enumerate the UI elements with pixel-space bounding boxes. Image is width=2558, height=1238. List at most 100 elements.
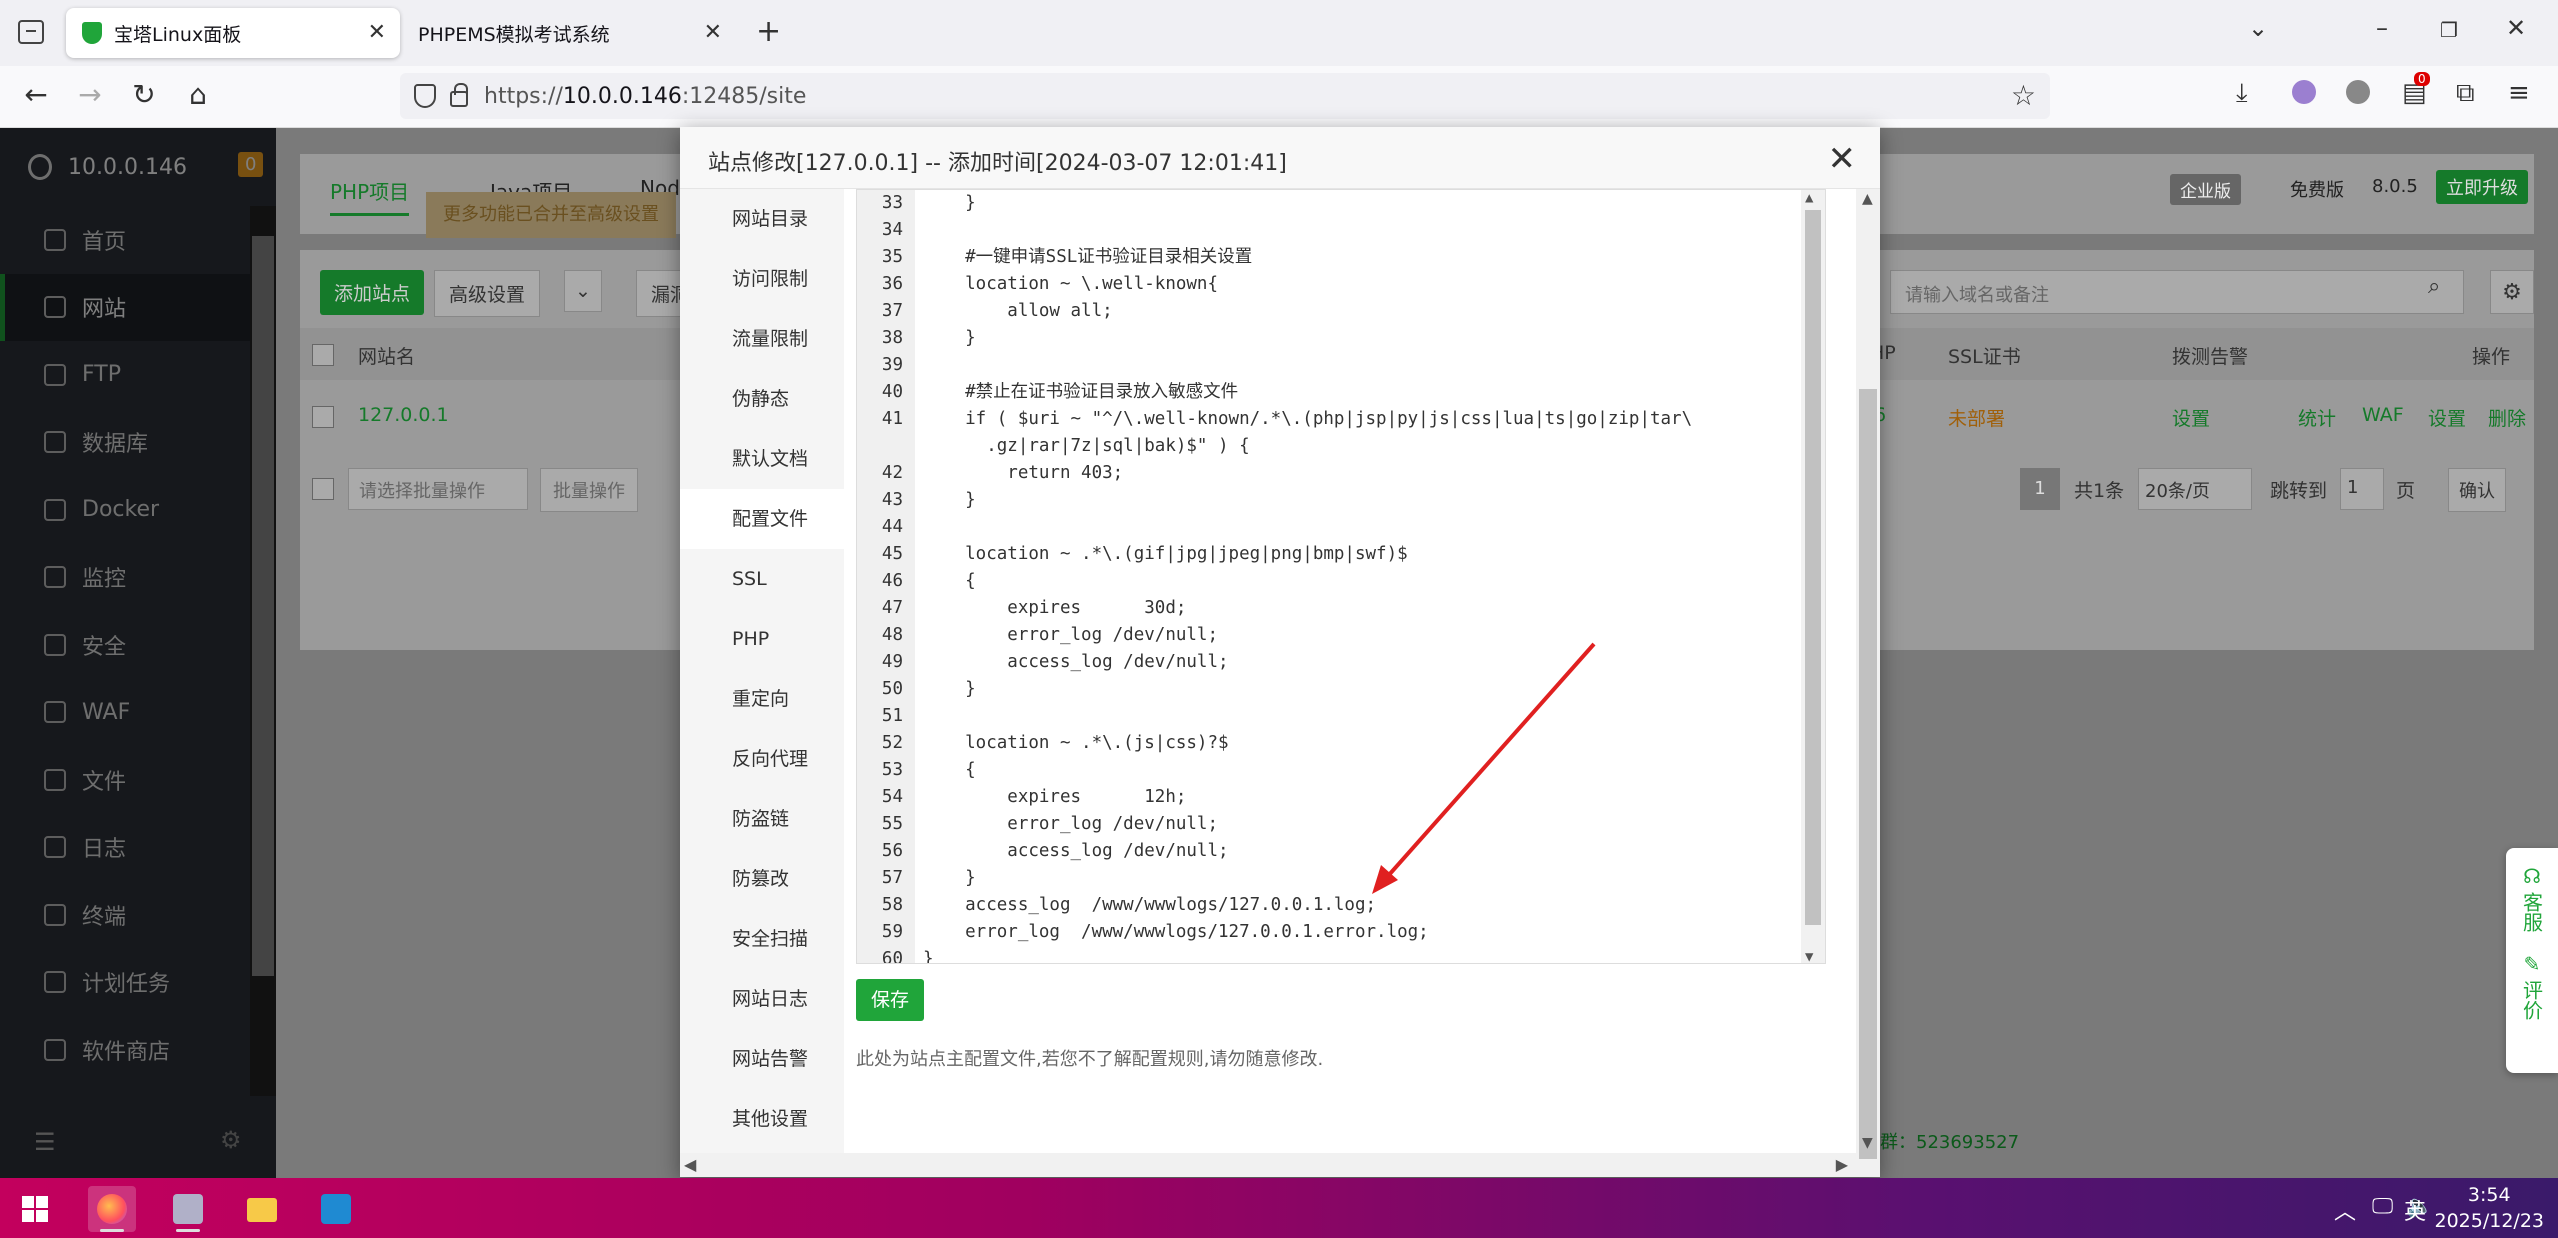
code-line[interactable]: 36 location ~ \.well-known{ xyxy=(857,271,1797,298)
customer-service-button[interactable]: ☊ 客服 xyxy=(2506,848,2558,932)
modal-nav-item[interactable]: 配置文件 xyxy=(680,489,844,549)
search-icon[interactable]: ⌕ xyxy=(2428,274,2440,299)
network-icon[interactable]: 🖵 xyxy=(2372,1194,2393,1219)
page-current[interactable]: 1 xyxy=(2020,468,2060,510)
code-line[interactable]: 49 access_log /dev/null; xyxy=(857,649,1797,676)
code-line[interactable]: 60} xyxy=(857,946,1797,963)
tab-list-icon[interactable] xyxy=(18,20,44,44)
code-line[interactable]: 51 xyxy=(857,703,1797,730)
scroll-left-icon[interactable]: ◀ xyxy=(684,1155,696,1174)
scroll-right-icon[interactable]: ▶ xyxy=(1836,1155,1848,1174)
modal-nav-item[interactable]: 流量限制 xyxy=(680,309,844,369)
editor-scroll-down-icon[interactable]: ▼ xyxy=(1805,949,1813,963)
app-taskbar-icon[interactable] xyxy=(164,1186,212,1232)
modal-nav-item[interactable]: 重定向 xyxy=(680,669,844,729)
code-line[interactable]: 48 error_log /dev/null; xyxy=(857,622,1797,649)
per-page-select[interactable]: 20条/页 xyxy=(2138,468,2252,510)
vscode-taskbar-icon[interactable] xyxy=(312,1186,360,1232)
code-line[interactable]: 45 location ~ .*\.(gif|jpg|jpeg|png|bmp|… xyxy=(857,541,1797,568)
code-line[interactable]: 35 #一键申请SSL证书验证目录相关设置 xyxy=(857,244,1797,271)
new-tab-icon[interactable]: + xyxy=(756,14,781,49)
tab-phpems[interactable]: PHPEMS模拟考试系统 ✕ xyxy=(402,8,736,58)
profile-icon[interactable] xyxy=(2292,80,2316,111)
advanced-dropdown-chevron-icon[interactable]: ⌄ xyxy=(564,270,602,312)
confirm-jump-button[interactable]: 确认 xyxy=(2448,468,2506,512)
tab-baota[interactable]: 宝塔Linux面板 ✕ xyxy=(66,8,400,58)
col-site-name[interactable]: 网站名 xyxy=(358,342,415,369)
site-name-link[interactable]: 127.0.0.1 xyxy=(358,404,449,426)
op-stats[interactable]: 统计 xyxy=(2298,404,2336,431)
firefox-taskbar-icon[interactable] xyxy=(88,1186,136,1232)
reload-icon[interactable]: ↻ xyxy=(124,78,164,111)
ssl-status[interactable]: 未部署 xyxy=(1948,404,2005,431)
code-line[interactable]: 58 access_log /www/wwwlogs/127.0.0.1.log… xyxy=(857,892,1797,919)
scroll-down-icon[interactable]: ▼ xyxy=(1862,1135,1873,1151)
jump-input[interactable]: 1 xyxy=(2340,468,2384,510)
close-tab-icon[interactable]: ✕ xyxy=(368,20,386,45)
modal-nav-item[interactable]: 防盗链 xyxy=(680,789,844,849)
code-line[interactable]: 50 } xyxy=(857,676,1797,703)
code-line[interactable]: 43 } xyxy=(857,487,1797,514)
restore-icon[interactable]: ❐ xyxy=(2440,18,2458,42)
modal-nav-item[interactable]: 网站目录 xyxy=(680,189,844,249)
code-line[interactable]: 52 location ~ .*\.(js|css)?$ xyxy=(857,730,1797,757)
modal-nav-item[interactable]: 伪静态 xyxy=(680,369,844,429)
modal-nav-item[interactable]: 默认文档 xyxy=(680,429,844,489)
modal-nav-item[interactable]: 网站日志 xyxy=(680,969,844,1029)
code-line[interactable]: 34 xyxy=(857,217,1797,244)
batch-select[interactable]: 请选择批量操作 xyxy=(348,468,528,510)
modal-nav-item[interactable]: PHP xyxy=(680,609,844,669)
back-icon[interactable]: ← xyxy=(16,78,56,111)
ime-indicator[interactable]: 英 xyxy=(2404,1194,2426,1226)
modal-nav-item[interactable]: 网站告警 xyxy=(680,1029,844,1089)
save-button[interactable]: 保存 xyxy=(856,979,924,1021)
forward-icon[interactable]: → xyxy=(70,78,110,111)
code-line[interactable]: 33 } xyxy=(857,190,1797,217)
modal-scroll-thumb[interactable] xyxy=(1859,389,1877,1159)
menu-icon[interactable]: ≡ xyxy=(2508,78,2530,108)
minimize-icon[interactable]: – xyxy=(2376,14,2388,42)
tracking-shield-icon[interactable] xyxy=(414,84,436,108)
editor-scroll-thumb[interactable] xyxy=(1805,210,1821,925)
modal-vertical-scrollbar[interactable]: ▲ ▼ xyxy=(1856,189,1880,1177)
rate-button[interactable]: ✎ 评价 xyxy=(2506,932,2558,1020)
op-settings[interactable]: 设置 xyxy=(2428,404,2466,431)
code-line[interactable]: 44 xyxy=(857,514,1797,541)
extensions-puzzle-icon[interactable]: ⧉ xyxy=(2456,78,2475,109)
alert-settings-link[interactable]: 设置 xyxy=(2172,404,2210,431)
modal-nav-item[interactable]: 安全扫描 xyxy=(680,909,844,969)
code-line[interactable]: 41 if ( $uri ~ "^/\.well-known/.*\.(php|… xyxy=(857,406,1797,433)
file-explorer-taskbar-icon[interactable] xyxy=(238,1186,286,1232)
bookmark-star-icon[interactable]: ☆ xyxy=(2011,79,2036,112)
modal-nav-item[interactable]: 防篡改 xyxy=(680,849,844,909)
code-line[interactable]: 53 { xyxy=(857,757,1797,784)
code-line[interactable]: 57 } xyxy=(857,865,1797,892)
tab-php-project[interactable]: PHP项目 xyxy=(330,176,410,216)
scroll-up-icon[interactable]: ▲ xyxy=(1862,191,1873,207)
close-tab-icon[interactable]: ✕ xyxy=(704,20,722,45)
code-line[interactable]: 59 error_log /www/wwwlogs/127.0.0.1.erro… xyxy=(857,919,1797,946)
notifications-icon[interactable]: ▤ 0 xyxy=(2402,72,2430,108)
row-checkbox[interactable] xyxy=(312,406,334,428)
op-waf[interactable]: WAF xyxy=(2362,404,2404,426)
extension-icon[interactable] xyxy=(2346,80,2370,111)
code-line[interactable]: 39 xyxy=(857,352,1797,379)
code-line[interactable]: 40 #禁止在证书验证目录放入敏感文件 xyxy=(857,379,1797,406)
code-line[interactable]: 46 { xyxy=(857,568,1797,595)
home-icon[interactable]: ⌂ xyxy=(178,78,218,111)
code-line[interactable]: .gz|rar|7z|sql|bak)$" ) { xyxy=(857,433,1797,460)
op-delete[interactable]: 删除 xyxy=(2488,404,2526,431)
address-bar[interactable]: https://10.0.0.146:12485/site ☆ xyxy=(400,73,2050,119)
lock-icon[interactable] xyxy=(450,83,468,107)
modal-close-icon[interactable]: ✕ xyxy=(1828,139,1857,179)
tray-chevron-icon[interactable]: ︿ xyxy=(2334,1194,2356,1226)
modal-nav-item[interactable]: 访问限制 xyxy=(680,249,844,309)
select-all-checkbox[interactable] xyxy=(312,344,334,366)
advanced-settings-button[interactable]: 高级设置 xyxy=(434,270,541,317)
modal-nav-item[interactable]: SSL xyxy=(680,549,844,609)
code-line[interactable]: 54 expires 12h; xyxy=(857,784,1797,811)
editor-scroll-up-icon[interactable]: ▲ xyxy=(1805,190,1813,206)
editor-scrollbar[interactable]: ▲ ▼ xyxy=(1801,190,1825,963)
modal-nav-item[interactable]: 其他设置 xyxy=(680,1089,844,1149)
window-close-icon[interactable]: ✕ xyxy=(2506,14,2526,42)
